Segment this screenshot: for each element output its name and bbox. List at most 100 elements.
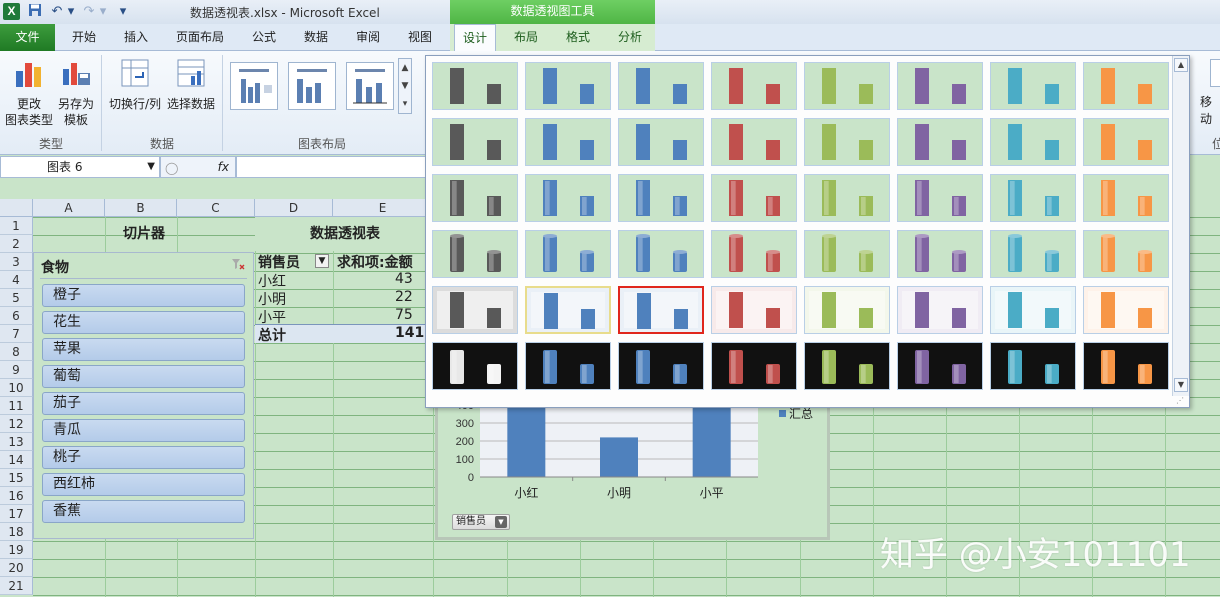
column-header-d[interactable]: D (255, 199, 333, 217)
tab-page-layout[interactable]: 页面布局 (168, 24, 232, 51)
row-header[interactable]: 16 (0, 487, 33, 505)
chart-styles-gallery[interactable] (425, 55, 1190, 408)
row-header[interactable]: 4 (0, 271, 33, 289)
chart-style-option[interactable] (432, 342, 518, 390)
customize-icon[interactable]: ▾ (114, 3, 132, 21)
row-header[interactable]: 13 (0, 433, 33, 451)
save-icon[interactable] (26, 3, 44, 21)
chart-style-option[interactable] (897, 62, 983, 110)
tab-analyze[interactable]: 分析 (610, 24, 650, 51)
row-header[interactable]: 7 (0, 325, 33, 343)
resize-grip-icon[interactable]: ⋰ (1176, 396, 1188, 406)
chart-style-option[interactable] (618, 174, 704, 222)
chart-style-option[interactable] (711, 230, 797, 278)
bar[interactable] (600, 437, 638, 477)
save-as-template-button[interactable]: 另存为 模板 (54, 57, 98, 128)
gallery-scrollbar[interactable]: ▲ ▼ (1172, 56, 1189, 396)
tab-layout[interactable]: 布局 (506, 24, 546, 51)
chart-style-option[interactable] (990, 342, 1076, 390)
chart-style-option[interactable] (525, 286, 611, 334)
chart-style-option[interactable] (1083, 62, 1169, 110)
undo-dropdown-icon[interactable]: ▾ (66, 3, 76, 21)
row-header[interactable]: 18 (0, 523, 33, 541)
tab-insert[interactable]: 插入 (114, 24, 158, 51)
chart-style-option[interactable] (618, 230, 704, 278)
tab-design[interactable]: 设计 (454, 24, 496, 51)
row-header[interactable]: 11 (0, 397, 33, 415)
column-header-c[interactable]: C (177, 199, 255, 217)
row-header[interactable]: 9 (0, 361, 33, 379)
chart-style-option[interactable] (990, 230, 1076, 278)
chart-style-option[interactable] (990, 62, 1076, 110)
chart-style-option[interactable] (897, 286, 983, 334)
chart-style-option[interactable] (990, 286, 1076, 334)
chevron-down-icon[interactable]: ▼ (147, 157, 155, 177)
redo-dropdown-icon[interactable]: ▾ (98, 3, 108, 21)
chart-style-option[interactable] (525, 62, 611, 110)
tab-file[interactable]: 文件 (0, 24, 55, 51)
filter-dropdown-icon[interactable]: ▼ (315, 254, 329, 268)
chart-style-option[interactable] (525, 174, 611, 222)
chart-style-option[interactable] (432, 174, 518, 222)
chart-style-option[interactable] (1083, 118, 1169, 166)
chart-style-option[interactable] (897, 174, 983, 222)
redo-icon[interactable]: ↷ (80, 3, 98, 21)
chart-style-option[interactable] (711, 118, 797, 166)
food-slicer[interactable]: 食物 橙子 花生 苹果 葡萄 茄子 青瓜 桃子 西红柿 香蕉 (33, 252, 254, 539)
row-header[interactable]: 10 (0, 379, 33, 397)
row-header[interactable]: 6 (0, 307, 33, 325)
chart-style-option[interactable] (897, 118, 983, 166)
insert-function-button[interactable]: ◯ fx (160, 156, 236, 178)
chart-style-option[interactable] (618, 286, 704, 334)
select-all-button[interactable] (0, 199, 33, 217)
chart-style-option[interactable] (1083, 174, 1169, 222)
change-chart-type-button[interactable]: 更改 图表类型 (4, 57, 54, 128)
chart-style-option[interactable] (618, 62, 704, 110)
chart-layout-2[interactable] (288, 62, 336, 110)
tab-review[interactable]: 审阅 (346, 24, 390, 51)
row-header[interactable]: 3 (0, 253, 33, 271)
row-header[interactable]: 21 (0, 577, 33, 595)
field-button-salesperson[interactable]: 销售员 ▼ (452, 514, 510, 530)
chart-style-option[interactable] (618, 118, 704, 166)
row-header[interactable]: 20 (0, 559, 33, 577)
chart-style-option[interactable] (990, 118, 1076, 166)
row-header[interactable]: 8 (0, 343, 33, 361)
chart-style-option[interactable] (432, 62, 518, 110)
column-header-b[interactable]: B (105, 199, 177, 217)
switch-row-column-button[interactable]: 切换行/列 (106, 57, 164, 112)
row-header[interactable]: 12 (0, 415, 33, 433)
chart-style-option[interactable] (432, 230, 518, 278)
slicer-item[interactable]: 橙子 (42, 284, 245, 307)
slicer-item[interactable]: 香蕉 (42, 500, 245, 523)
row-header[interactable]: 17 (0, 505, 33, 523)
layout-gallery-scroll[interactable]: ▲ ▼ ▾ (398, 58, 412, 114)
chart-style-option[interactable] (1083, 342, 1169, 390)
scroll-up-icon[interactable]: ▲ (1174, 58, 1188, 72)
chart-style-option[interactable] (525, 230, 611, 278)
select-data-button[interactable]: 选择数据 (164, 57, 218, 112)
tab-home[interactable]: 开始 (62, 24, 106, 51)
row-header[interactable]: 15 (0, 469, 33, 487)
chart-style-option[interactable] (990, 174, 1076, 222)
chart-style-option[interactable] (525, 118, 611, 166)
name-box[interactable]: 图表 6 ▼ (0, 156, 160, 178)
tab-data[interactable]: 数据 (294, 24, 338, 51)
chart-style-option[interactable] (897, 342, 983, 390)
chart-style-option[interactable] (804, 230, 890, 278)
row-header[interactable]: 5 (0, 289, 33, 307)
row-header[interactable]: 2 (0, 235, 33, 253)
slicer-item[interactable]: 桃子 (42, 446, 245, 469)
chart-style-option[interactable] (525, 342, 611, 390)
chevron-down-icon[interactable]: ▼ (495, 516, 507, 528)
slicer-item[interactable]: 西红柿 (42, 473, 245, 496)
chart-style-option[interactable] (804, 62, 890, 110)
pivot-chart[interactable]: 0100200300400小红小明小平汇总 销售员 ▼ (435, 395, 830, 540)
chart-style-option[interactable] (804, 174, 890, 222)
row-header[interactable]: 1 (0, 217, 33, 235)
slicer-item[interactable]: 茄子 (42, 392, 245, 415)
clear-filter-icon[interactable] (231, 257, 245, 271)
chart-style-option[interactable] (804, 118, 890, 166)
formula-input[interactable] (236, 156, 436, 178)
chart-style-option[interactable] (432, 118, 518, 166)
